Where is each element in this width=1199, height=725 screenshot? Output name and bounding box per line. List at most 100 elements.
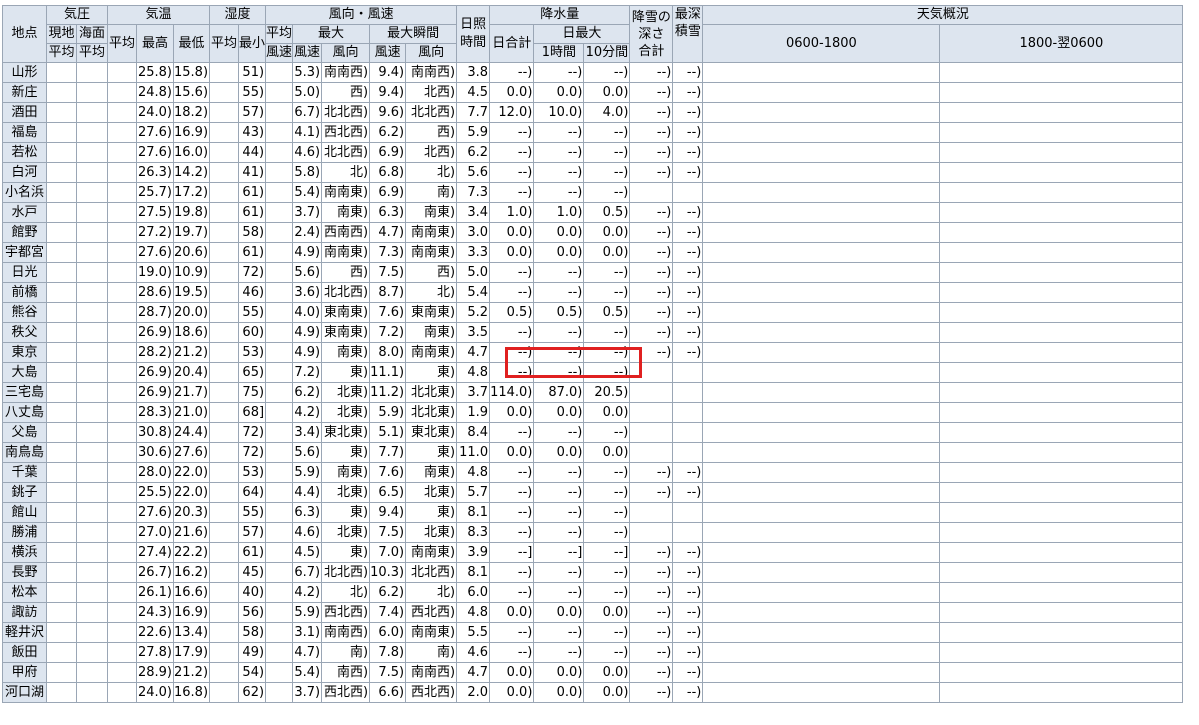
cell-precip-1h: --) xyxy=(533,282,585,303)
cell-weather-day xyxy=(702,622,941,643)
station-name[interactable]: 父島 xyxy=(2,422,47,443)
station-name[interactable]: 三宅島 xyxy=(2,382,47,403)
table-row: 軽井沢 22.6) 13.4) 58) 3.1) 南南西) 6.0) 南南東) 5.5 --) --… xyxy=(2,622,1184,643)
station-name[interactable]: 松本 xyxy=(2,582,47,603)
station-name[interactable]: 水戸 xyxy=(2,202,47,223)
cell-wind-avg xyxy=(265,462,294,483)
station-name[interactable]: 秩父 xyxy=(2,322,47,343)
cell-wind-dir: 東) xyxy=(321,442,371,463)
station-name[interactable]: 日光 xyxy=(2,262,47,283)
station-name[interactable]: 横浜 xyxy=(2,542,47,563)
cell-snowfall: --) xyxy=(629,462,674,483)
cell-gust: 9.4) xyxy=(369,62,407,83)
station-name[interactable]: 甲府 xyxy=(2,662,47,683)
station-name[interactable]: 飯田 xyxy=(2,642,47,663)
cell-weather-day xyxy=(702,402,941,423)
cell-weather-night xyxy=(939,442,1184,463)
cell-wind-max: 6.7) xyxy=(292,102,323,123)
station-name[interactable]: 宇都宮 xyxy=(2,242,47,263)
station-name[interactable]: 長野 xyxy=(2,562,47,583)
station-name[interactable]: 館野 xyxy=(2,222,47,243)
station-name[interactable]: 酒田 xyxy=(2,102,47,123)
station-name[interactable]: 山形 xyxy=(2,62,47,83)
cell-gust-dir: 西北西) xyxy=(405,682,458,703)
cell-snowfall: --) xyxy=(629,62,674,83)
weather-table-body: 山形 25.8) 15.8) 51) 5.3) 南南西) 9.4) 南南西) 3.8 --) --)… xyxy=(2,62,1184,703)
station-name[interactable]: 福島 xyxy=(2,122,47,143)
station-name[interactable]: 軽井沢 xyxy=(2,622,47,643)
cell-gust-dir: 南) xyxy=(405,182,458,203)
cell-wind-dir: 西北西) xyxy=(321,122,371,143)
cell-temp-avg xyxy=(107,202,137,223)
station-name[interactable]: 新庄 xyxy=(2,82,47,103)
station-name[interactable]: 東京 xyxy=(2,342,47,363)
cell-temp-avg xyxy=(107,222,137,243)
table-row: 松本 26.1) 16.6) 40) 4.2) 北) 6.2) 北) 6.0 --) --) --) -… xyxy=(2,582,1184,603)
cell-temp-avg xyxy=(107,642,137,663)
cell-weather-day xyxy=(702,102,941,123)
table-row: 小名浜 25.7) 17.2) 61) 5.4) 南南東) 6.9) 南) 7.3 --) --) -… xyxy=(2,182,1184,203)
cell-sunshine: 8.1 xyxy=(456,502,491,523)
cell-temp-max: 27.0) xyxy=(136,522,174,543)
cell-hum-avg xyxy=(209,662,240,683)
cell-temp-min: 20.3) xyxy=(172,502,211,523)
cell-sunshine: 5.5 xyxy=(456,622,491,643)
station-name[interactable]: 銚子 xyxy=(2,482,47,503)
cell-gust: 7.5) xyxy=(369,522,407,543)
station-name[interactable]: 小名浜 xyxy=(2,182,47,203)
cell-snowfall: --) xyxy=(629,562,674,583)
cell-hum-avg xyxy=(209,382,240,403)
cell-precip-total: --) xyxy=(489,262,535,283)
station-name[interactable]: 館山 xyxy=(2,502,47,523)
cell-wind-dir: 南) xyxy=(321,642,371,663)
table-row: 甲府 28.9) 21.2) 54) 5.4) 南西) 7.5) 南南西) 4.7 0.0) 0.0… xyxy=(2,662,1184,683)
station-name[interactable]: 八丈島 xyxy=(2,402,47,423)
cell-temp-avg xyxy=(107,262,137,283)
table-row: 日光 19.0) 10.9) 72) 5.6) 西) 7.5) 西) 5.0 --) --) --) -… xyxy=(2,262,1184,283)
cell-snowdepth: --) xyxy=(672,582,704,603)
cell-snowdepth: --) xyxy=(672,142,704,163)
station-name[interactable]: 千葉 xyxy=(2,462,47,483)
cell-weather-night xyxy=(939,642,1184,663)
table-row: 東京 28.2) 21.2) 53) 4.9) 南東) 8.0) 南南東) 4.7 --) --) -… xyxy=(2,342,1184,363)
cell-hum-min: 54) xyxy=(238,662,267,683)
station-name[interactable]: 河口湖 xyxy=(2,682,47,703)
cell-pressure-ground xyxy=(46,302,77,323)
cell-precip-total: --) xyxy=(489,162,535,183)
station-name[interactable]: 大島 xyxy=(2,362,47,383)
station-name[interactable]: 若松 xyxy=(2,142,47,163)
cell-snowfall: --) xyxy=(629,682,674,703)
cell-precip-1h: --) xyxy=(533,342,585,363)
cell-temp-avg xyxy=(107,662,137,683)
table-row: 河口湖 24.0) 16.8) 62) 3.7) 西北西) 6.6) 西北西) 2.0 0.0) 0… xyxy=(2,682,1184,703)
cell-wind-max: 4.2) xyxy=(292,582,323,603)
cell-wind-dir: 東) xyxy=(321,362,371,383)
col-gust-dir: 風向 xyxy=(405,43,458,63)
cell-temp-min: 16.8) xyxy=(172,682,211,703)
col-weather: 天気概況 xyxy=(702,5,1184,25)
cell-precip-1h: --) xyxy=(533,142,585,163)
cell-weather-night xyxy=(939,622,1184,643)
cell-hum-min: 72) xyxy=(238,262,267,283)
cell-pressure-ground xyxy=(46,462,77,483)
cell-snowdepth: --) xyxy=(672,682,704,703)
station-name[interactable]: 諏訪 xyxy=(2,602,47,623)
cell-sunshine: 5.0 xyxy=(456,262,491,283)
cell-pressure-ground xyxy=(46,262,77,283)
table-row: 南鳥島 30.6) 27.6) 72) 5.6) 東) 7.7) 東) 11.0 0.0) 0.0)… xyxy=(2,442,1184,463)
cell-hum-min: 55) xyxy=(238,302,267,323)
cell-temp-avg xyxy=(107,602,137,623)
station-name[interactable]: 熊谷 xyxy=(2,302,47,323)
station-name[interactable]: 前橋 xyxy=(2,282,47,303)
cell-pressure-ground xyxy=(46,362,77,383)
cell-precip-1h: --) xyxy=(533,462,585,483)
station-name[interactable]: 白河 xyxy=(2,162,47,183)
cell-snowdepth: --) xyxy=(672,342,704,363)
station-name[interactable]: 勝浦 xyxy=(2,522,47,543)
cell-gust: 7.7) xyxy=(369,442,407,463)
cell-pressure-ground xyxy=(46,382,77,403)
cell-pressure-ground xyxy=(46,642,77,663)
cell-hum-min: 58) xyxy=(238,222,267,243)
station-name[interactable]: 南鳥島 xyxy=(2,442,47,463)
table-row: 諏訪 24.3) 16.9) 56) 5.9) 西北西) 7.4) 西北西) 4.8 0.0) 0.… xyxy=(2,602,1184,623)
